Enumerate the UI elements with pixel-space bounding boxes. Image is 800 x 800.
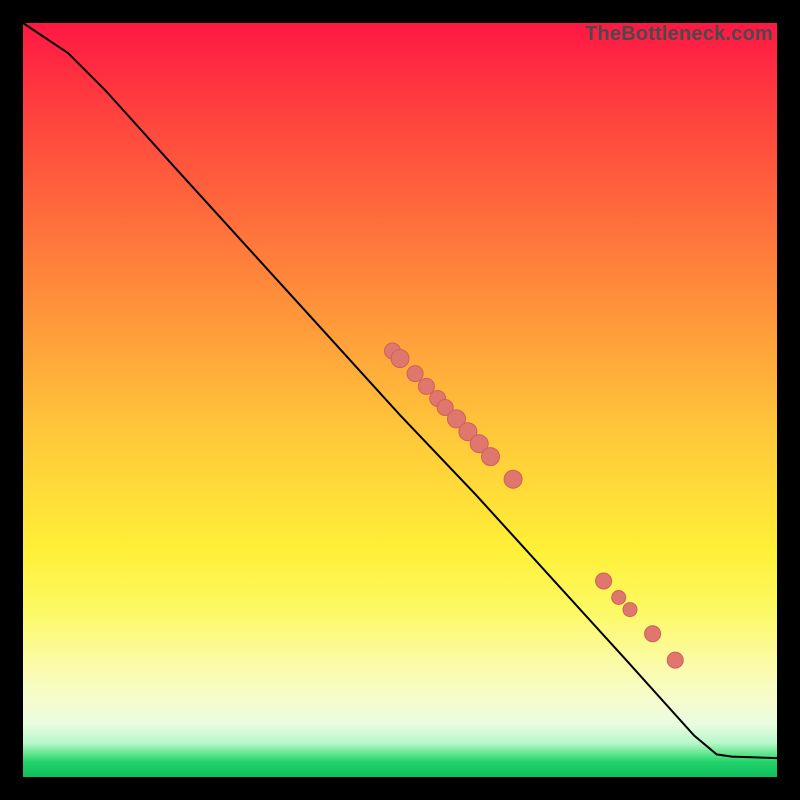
data-point [418,378,434,394]
data-points-group [385,343,684,668]
plot-area: TheBottleneck.com [23,23,777,777]
data-point [391,350,409,368]
data-point [645,626,661,642]
chart-svg [23,23,777,777]
data-point [667,652,683,668]
data-point [623,603,637,617]
data-point [612,591,626,605]
data-line [23,23,777,758]
data-point [504,470,522,488]
data-point [407,366,423,382]
chart-stage: TheBottleneck.com [0,0,800,800]
data-point [596,573,612,589]
data-point [482,448,500,466]
